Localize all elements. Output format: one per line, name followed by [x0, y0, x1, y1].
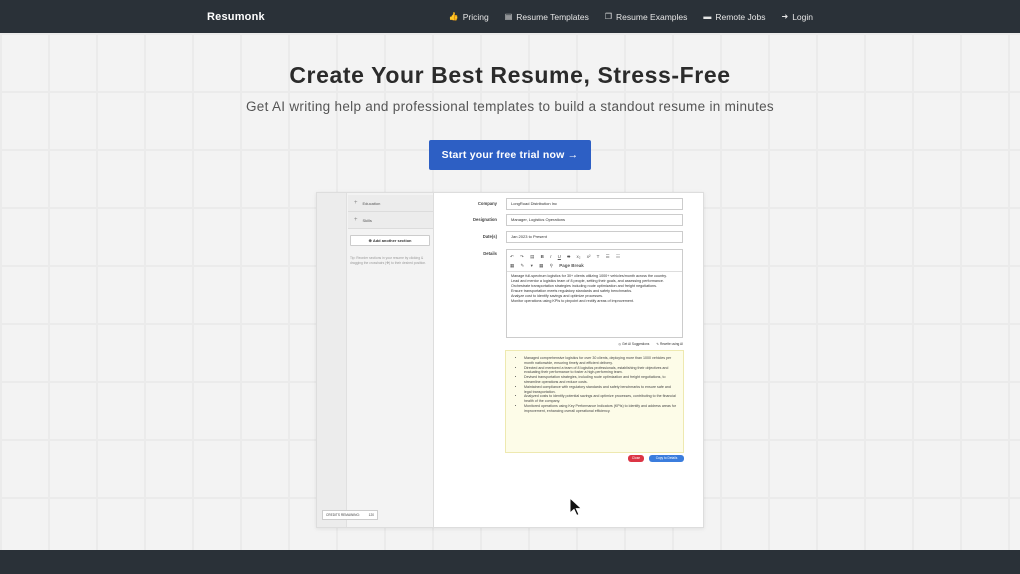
thumbs-up-icon: 👍 — [448, 12, 459, 21]
briefcase-icon: ▬ — [703, 12, 712, 21]
designation-label: Designation — [473, 217, 497, 222]
dates-label: Date(s) — [482, 234, 497, 239]
login-icon: ➜ — [781, 12, 789, 21]
sidebar-strip — [317, 193, 347, 527]
credits-label: CREDITS REMAINING: — [326, 513, 360, 517]
nav-link-label: Remote Jobs — [715, 11, 766, 22]
redo-icon: ↷ — [520, 254, 524, 259]
company-label: Company — [477, 201, 497, 206]
add-section-button: ⊕ Add another section — [350, 235, 430, 246]
lightbulb-icon: ◎ — [618, 342, 622, 346]
suggestion-item: Monitored operations using Key Performan… — [524, 404, 677, 414]
plus-icon: + — [354, 217, 358, 223]
strikethrough-icon: S — [567, 254, 571, 259]
nav-link-label: Resume Templates — [516, 11, 589, 22]
rewrite-using-ai-button: ✎ Rewrite using AI — [656, 342, 683, 348]
details-line: Monitor operations using KPIs to pinpoin… — [511, 299, 634, 304]
brand-logo[interactable]: Resumonk — [207, 11, 265, 23]
editor-toolbar: ↶ ↷ ▤ B I U S x₂ x² T ☰ ☷ ▦ ✎ ▾ ▦ ⚲ Page… — [507, 250, 682, 272]
copy-to-details-button: Copy to Details — [649, 455, 684, 462]
document-icon: ▤ — [504, 12, 513, 21]
nav-link-label: Resume Examples — [616, 11, 688, 22]
magic-icon: ✎ — [656, 342, 660, 346]
copy-icon: ❐ — [604, 12, 613, 21]
hero-section: Create Your Best Resume, Stress-Free Get… — [0, 62, 1020, 114]
get-ai-suggestions-button: ◎ Get AI Suggestions — [618, 342, 649, 348]
text-size-icon: T — [596, 254, 600, 259]
superscript-icon: x² — [586, 254, 591, 259]
app-preview-screenshot: + Education + Skills ⊕ Add another secti… — [316, 192, 704, 528]
align-icon: ▦ — [510, 263, 515, 268]
suggestion-item: Analyzed costs to identify potential sav… — [524, 394, 677, 404]
start-free-trial-button[interactable]: Start your free trial now → — [429, 140, 591, 170]
designation-field: Manager, Logistics Operations — [506, 214, 683, 226]
details-text: Manage full-spectrum logistics for 30+ c… — [507, 272, 682, 307]
underline-icon: U — [557, 254, 561, 259]
table-icon: ▦ — [539, 263, 544, 268]
reorder-tip: Tip: Reorder sections in your resume by … — [350, 256, 427, 265]
section-item-label: Education — [362, 200, 381, 206]
italic-icon: I — [550, 254, 552, 259]
details-editor: ↶ ↷ ▤ B I U S x₂ x² T ☰ ☷ ▦ ✎ ▾ ▦ ⚲ Page… — [506, 249, 683, 338]
nav-link-remote-jobs[interactable]: ▬ Remote Jobs — [703, 12, 765, 22]
hero-title: Create Your Best Resume, Stress-Free — [289, 62, 731, 88]
nav-link-resume-templates[interactable]: ▤ Resume Templates — [505, 12, 589, 22]
link-icon: ⚲ — [549, 263, 553, 268]
ai-suggestions-label: Get AI Suggestions — [622, 342, 650, 346]
nav-link-resume-examples[interactable]: ❐ Resume Examples — [605, 12, 688, 22]
section-item-education: + Education — [348, 195, 433, 212]
numbered-list-icon: ☷ — [615, 254, 621, 259]
mouse-cursor-icon — [569, 497, 583, 517]
details-label: Details — [483, 251, 497, 256]
nav-link-label: Pricing — [462, 11, 489, 22]
company-field: LongRoad Distribution Inc — [506, 198, 683, 210]
nav-link-label: Login — [792, 11, 813, 22]
top-navbar: Resumonk 👍 Pricing ▤ Resume Templates ❐ … — [0, 0, 1020, 33]
hero-subtitle: Get AI writing help and professional tem… — [246, 99, 774, 114]
nav-link-pricing[interactable]: 👍 Pricing — [449, 12, 489, 22]
bullet-list-icon: ☰ — [605, 254, 610, 259]
section-item-label: Skills — [362, 217, 372, 223]
credits-remaining: CREDITS REMAINING: 120 — [322, 510, 378, 520]
ai-buttons: ◎ Get AI Suggestions ✎ Rewrite using AI — [587, 342, 683, 348]
brush-icon: ✎ — [520, 263, 525, 268]
suggestion-item: Managed comprehensive logistics for over… — [524, 356, 677, 366]
suggestion-item: Directed and mentored a team of 8 logist… — [524, 366, 677, 376]
page-break-button: Page Break — [559, 263, 584, 268]
bold-icon: B — [540, 254, 544, 259]
plus-icon: + — [354, 200, 358, 206]
ai-suggestion-box: Managed comprehensive logistics for over… — [505, 350, 684, 453]
preview-sidebar: + Education + Skills ⊕ Add another secti… — [317, 193, 434, 527]
ai-rewrite-label: Rewrite using AI — [659, 342, 683, 346]
format-icon: ▤ — [530, 254, 535, 259]
suggestion-item: Devised transportation strategies, inclu… — [524, 375, 677, 385]
close-button: Close — [628, 455, 644, 462]
undo-icon: ↶ — [510, 254, 514, 259]
page-footer — [0, 550, 1020, 574]
suggestion-item: Maintained compliance with regulatory st… — [524, 385, 677, 395]
nav-links: 👍 Pricing ▤ Resume Templates ❐ Resume Ex… — [449, 12, 813, 22]
nav-link-login[interactable]: ➜ Login — [781, 12, 813, 22]
color-icon: ▾ — [530, 263, 533, 268]
credits-count: 120 — [368, 513, 374, 517]
subscript-icon: x₂ — [576, 254, 581, 259]
section-item-skills: + Skills — [348, 212, 433, 229]
dates-field: Jan 2023 to Present — [506, 231, 683, 243]
